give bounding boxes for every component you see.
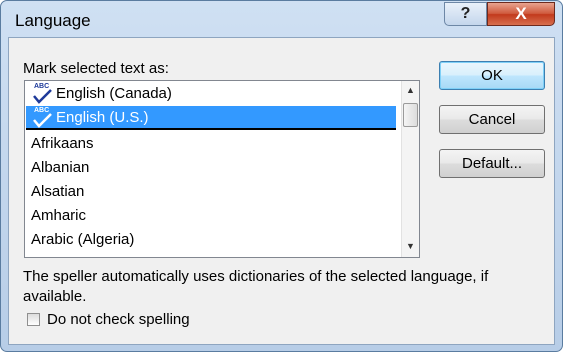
mark-selected-text-label: Mark selected text as: xyxy=(23,60,169,77)
list-item[interactable]: Amharic xyxy=(26,204,396,228)
list-item-label: Arabic (Algeria) xyxy=(31,231,135,248)
dialog-body: Mark selected text as: ABC English (Cana… xyxy=(8,37,555,345)
scroll-up-icon[interactable]: ▲ xyxy=(402,82,419,99)
list-item[interactable]: Afrikaans xyxy=(26,132,396,156)
list-item-label: Alsatian xyxy=(31,183,85,200)
list-item-label: English (Canada) xyxy=(56,85,172,102)
scroll-down-icon[interactable]: ▼ xyxy=(402,238,419,255)
title-bar[interactable]: Language ? X xyxy=(1,1,562,37)
list-item[interactable]: Arabic (Algeria) xyxy=(26,228,396,252)
language-dialog: Language ? X Mark selected text as: ABC … xyxy=(0,0,563,352)
close-icon: X xyxy=(515,4,527,23)
default-button[interactable]: Default... xyxy=(439,149,545,178)
do-not-check-spelling-label[interactable]: Do not check spelling xyxy=(47,311,190,328)
abc-spell-check-icon: ABC xyxy=(31,83,53,104)
close-button[interactable]: X xyxy=(487,2,555,26)
list-item-selected[interactable]: ABC English (U.S.) xyxy=(26,106,396,130)
list-item-label: English (U.S.) xyxy=(56,109,149,126)
language-listbox[interactable]: ABC English (Canada) ABC English (U.S.) … xyxy=(24,80,420,258)
ok-button[interactable]: OK xyxy=(439,61,545,90)
list-item-label: Albanian xyxy=(31,159,90,176)
cancel-button[interactable]: Cancel xyxy=(439,105,545,134)
help-icon: ? xyxy=(460,5,471,22)
abc-spell-check-icon: ABC xyxy=(31,107,53,128)
list-item[interactable]: Albanian xyxy=(26,156,396,180)
list-item[interactable]: Alsatian xyxy=(26,180,396,204)
scroll-thumb[interactable] xyxy=(403,103,418,127)
help-button[interactable]: ? xyxy=(444,2,487,26)
list-item-label: Afrikaans xyxy=(31,135,94,152)
vertical-scrollbar[interactable]: ▲ ▼ xyxy=(401,81,419,257)
dialog-title: Language xyxy=(15,11,91,30)
speller-info-text: The speller automatically uses dictionar… xyxy=(23,268,489,305)
do-not-check-spelling-checkbox[interactable] xyxy=(27,313,40,326)
list-item[interactable]: ABC English (Canada) xyxy=(26,82,396,106)
list-item-label: Amharic xyxy=(31,207,87,224)
